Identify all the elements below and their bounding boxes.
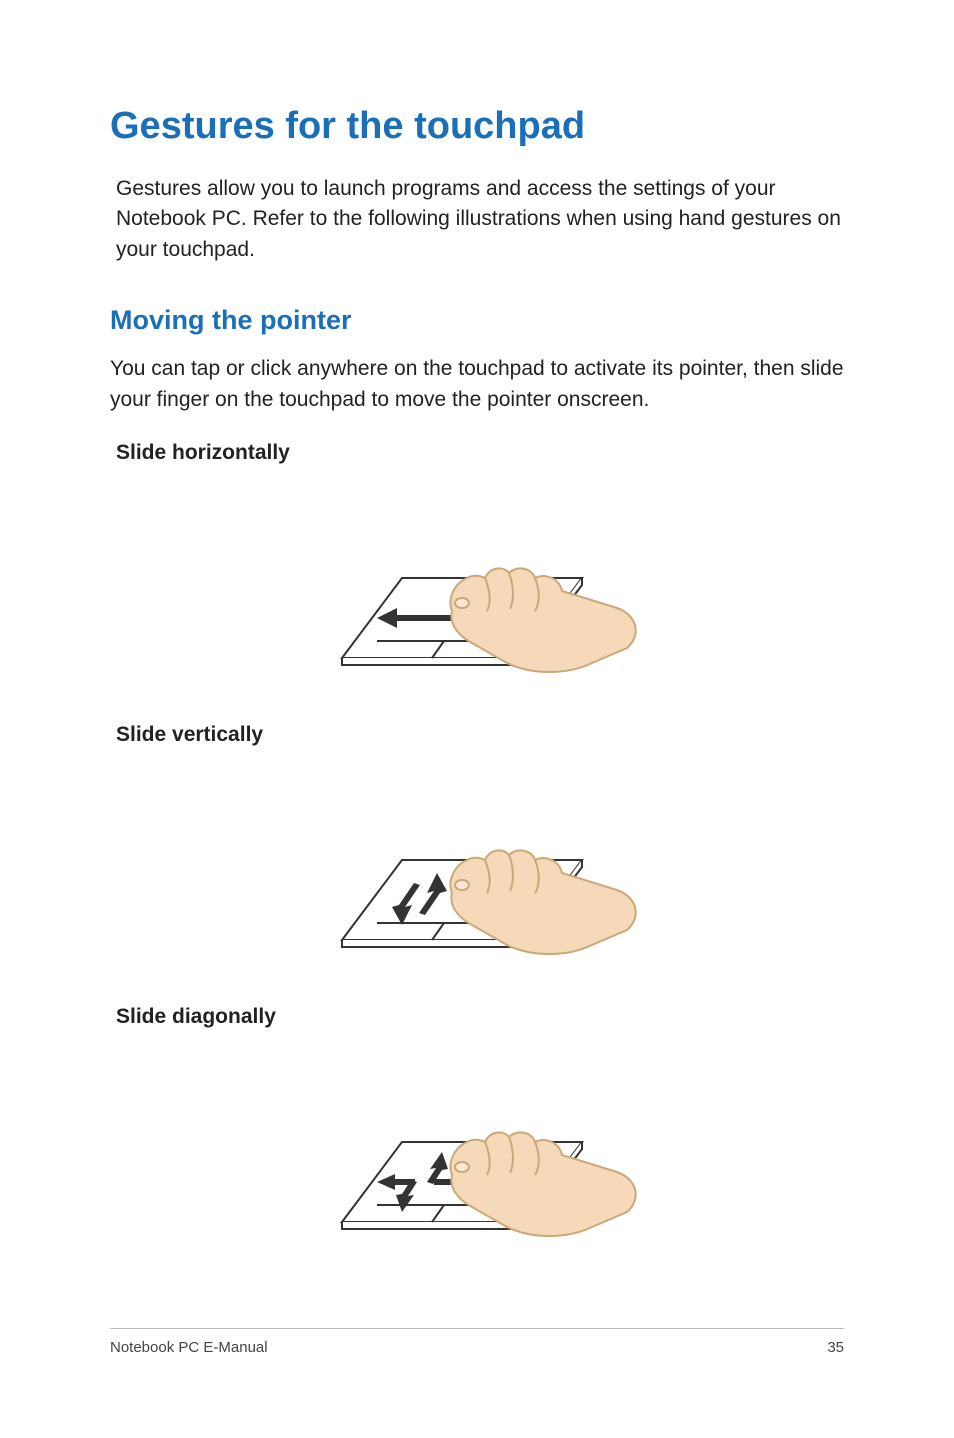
footer-title: Notebook PC E-Manual xyxy=(110,1339,268,1356)
page-content: Gestures for the touchpad Gestures allow… xyxy=(0,0,954,1247)
page-number: 35 xyxy=(827,1339,844,1356)
gesture-label-horizontal: Slide horizontally xyxy=(110,441,844,465)
intro-paragraph: Gestures allow you to launch programs an… xyxy=(110,174,844,265)
slide-vertical-icon xyxy=(307,765,647,965)
slide-horizontal-icon xyxy=(307,483,647,683)
illustration-slide-diagonal xyxy=(110,1047,844,1247)
main-heading: Gestures for the touchpad xyxy=(110,105,844,148)
gesture-label-diagonal: Slide diagonally xyxy=(110,1005,844,1029)
page-footer: Notebook PC E-Manual 35 xyxy=(110,1328,844,1356)
illustration-slide-horizontal xyxy=(110,483,844,683)
illustration-slide-vertical xyxy=(110,765,844,965)
slide-diagonal-icon xyxy=(307,1047,647,1247)
section-body: You can tap or click anywhere on the tou… xyxy=(110,354,844,415)
gesture-label-vertical: Slide vertically xyxy=(110,723,844,747)
section-heading: Moving the pointer xyxy=(110,305,844,336)
